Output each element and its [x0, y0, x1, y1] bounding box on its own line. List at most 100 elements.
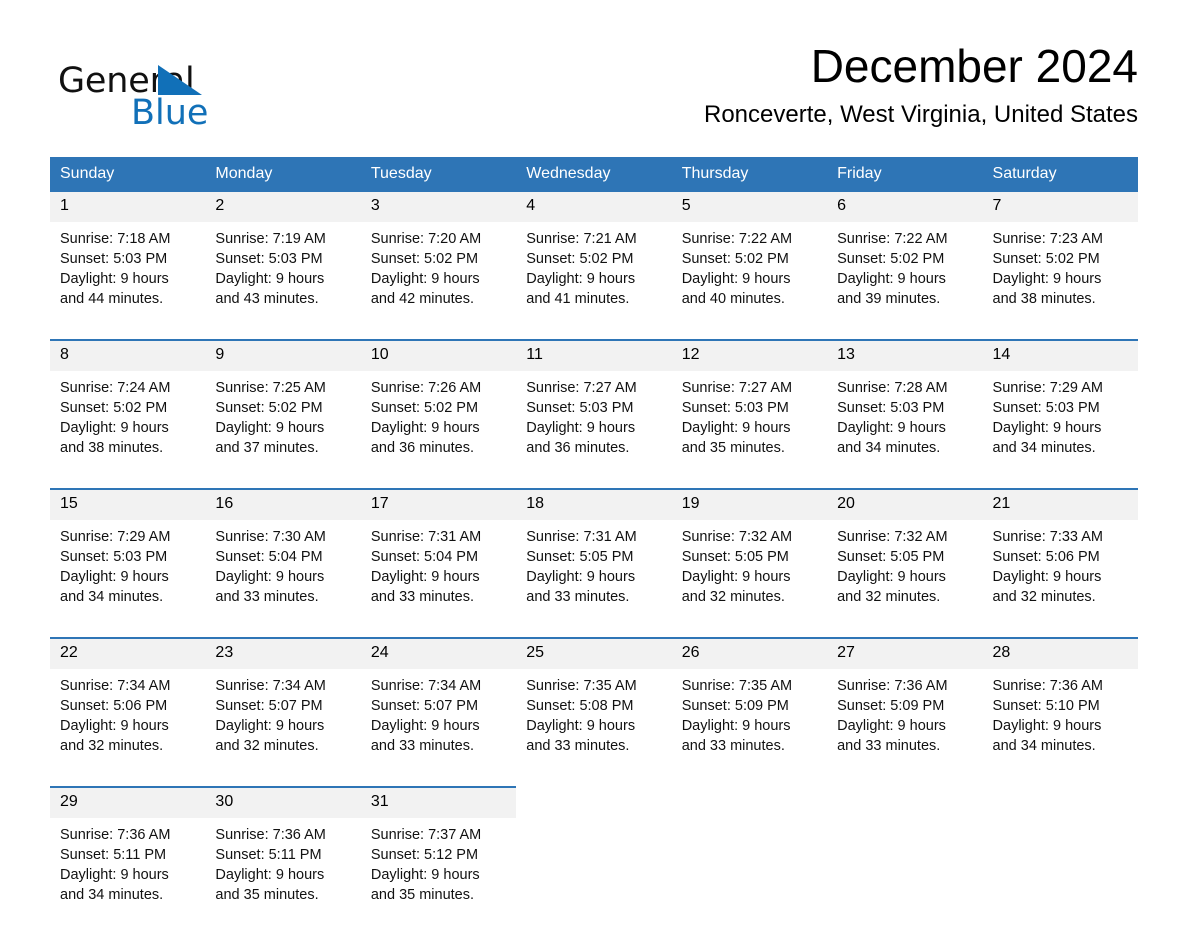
- day-number[interactable]: 30: [205, 786, 361, 818]
- day-number[interactable]: 17: [360, 488, 517, 520]
- sunset-text: Sunset: 5:03 PM: [837, 400, 945, 416]
- day-cell[interactable]: Sunrise: 7:19 AM Sunset: 5:03 PM Dayligh…: [205, 222, 361, 340]
- location-subtitle: Ronceverte, West Virginia, United States: [704, 100, 1138, 128]
- day-number[interactable]: 7: [982, 192, 1138, 222]
- daylight-text-line1: Daylight: 9 hours: [681, 420, 791, 436]
- weekday-header-monday: Monday: [205, 157, 361, 192]
- day-number[interactable]: 18: [516, 488, 672, 520]
- daylight-text-line1: Daylight: 9 hours: [837, 718, 946, 734]
- sunrise-text: Sunrise: 7:21 AM: [526, 231, 637, 247]
- daylight-text-line2: and 34 minutes.: [60, 589, 164, 605]
- day-number[interactable]: 31: [360, 786, 517, 818]
- day-cell[interactable]: Sunrise: 7:34 AM Sunset: 5:07 PM Dayligh…: [205, 669, 361, 787]
- day-number[interactable]: 22: [50, 637, 206, 669]
- weekday-header-saturday: Saturday: [982, 157, 1138, 192]
- day-cell[interactable]: Sunrise: 7:36 AM Sunset: 5:09 PM Dayligh…: [827, 669, 983, 787]
- daylight-text-line1: Daylight: 9 hours: [526, 569, 636, 585]
- day-number[interactable]: 9: [205, 339, 361, 371]
- sunrise-sunset-calendar: Sunday Monday Tuesday Wednesday Thursday…: [50, 157, 1138, 935]
- week-daynumber-row: 8 9 10 11 12 13 14: [50, 339, 1138, 371]
- sunset-text: Sunset: 5:12 PM: [370, 847, 479, 863]
- sunset-text: Sunset: 5:09 PM: [837, 698, 945, 714]
- day-cell[interactable]: Sunrise: 7:31 AM Sunset: 5:05 PM Dayligh…: [516, 520, 672, 638]
- sunset-text: Sunset: 5:04 PM: [215, 549, 323, 565]
- day-cell[interactable]: Sunrise: 7:36 AM Sunset: 5:10 PM Dayligh…: [982, 669, 1138, 787]
- daylight-text-line2: and 36 minutes.: [370, 440, 475, 456]
- day-cell[interactable]: Sunrise: 7:22 AM Sunset: 5:02 PM Dayligh…: [671, 222, 828, 340]
- day-cell[interactable]: Sunrise: 7:34 AM Sunset: 5:07 PM Dayligh…: [360, 669, 517, 787]
- day-cell[interactable]: Sunrise: 7:25 AM Sunset: 5:02 PM Dayligh…: [205, 371, 361, 489]
- day-cell[interactable]: Sunrise: 7:37 AM Sunset: 5:12 PM Dayligh…: [360, 818, 517, 935]
- sunset-text: Sunset: 5:09 PM: [681, 698, 789, 714]
- day-cell[interactable]: Sunrise: 7:29 AM Sunset: 5:03 PM Dayligh…: [50, 520, 206, 638]
- day-cell[interactable]: Sunrise: 7:35 AM Sunset: 5:09 PM Dayligh…: [671, 669, 828, 787]
- day-cell[interactable]: Sunrise: 7:24 AM Sunset: 5:02 PM Dayligh…: [50, 371, 206, 489]
- week-daynumber-row: 29 30 31: [50, 786, 1138, 818]
- day-number[interactable]: 27: [827, 637, 983, 669]
- day-number[interactable]: 15: [50, 488, 206, 520]
- day-cell[interactable]: Sunrise: 7:31 AM Sunset: 5:04 PM Dayligh…: [360, 520, 517, 638]
- day-number[interactable]: 23: [205, 637, 361, 669]
- sunrise-text: Sunrise: 7:32 AM: [681, 529, 793, 545]
- day-cell[interactable]: Sunrise: 7:28 AM Sunset: 5:03 PM Dayligh…: [827, 371, 983, 489]
- day-number[interactable]: 5: [671, 192, 828, 222]
- day-number[interactable]: 1: [50, 192, 206, 222]
- day-cell[interactable]: Sunrise: 7:18 AM Sunset: 5:03 PM Dayligh…: [50, 222, 206, 340]
- day-number[interactable]: 24: [360, 637, 517, 669]
- day-cell[interactable]: Sunrise: 7:26 AM Sunset: 5:02 PM Dayligh…: [360, 371, 517, 489]
- daylight-text-line1: Daylight: 9 hours: [681, 718, 791, 734]
- day-cell[interactable]: Sunrise: 7:33 AM Sunset: 5:06 PM Dayligh…: [982, 520, 1138, 638]
- week-daynumber-row: 1 2 3 4 5 6 7: [50, 192, 1138, 222]
- day-cell[interactable]: Sunrise: 7:20 AM Sunset: 5:02 PM Dayligh…: [360, 222, 517, 340]
- day-cell[interactable]: Sunrise: 7:32 AM Sunset: 5:05 PM Dayligh…: [671, 520, 828, 638]
- day-cell[interactable]: Sunrise: 7:22 AM Sunset: 5:02 PM Dayligh…: [827, 222, 983, 340]
- day-cell[interactable]: Sunrise: 7:27 AM Sunset: 5:03 PM Dayligh…: [671, 371, 828, 489]
- daylight-text-line1: Daylight: 9 hours: [837, 420, 946, 436]
- sunset-text: Sunset: 5:06 PM: [992, 549, 1100, 565]
- day-cell[interactable]: Sunrise: 7:34 AM Sunset: 5:06 PM Dayligh…: [50, 669, 206, 787]
- day-number[interactable]: 12: [671, 339, 828, 371]
- day-number[interactable]: 26: [671, 637, 828, 669]
- week-detail-row: Sunrise: 7:34 AM Sunset: 5:06 PM Dayligh…: [50, 669, 1138, 787]
- page-title: December 2024: [810, 40, 1138, 92]
- day-cell[interactable]: Sunrise: 7:27 AM Sunset: 5:03 PM Dayligh…: [516, 371, 672, 489]
- day-number[interactable]: 29: [50, 786, 206, 818]
- day-number[interactable]: 25: [516, 637, 672, 669]
- day-number[interactable]: 4: [516, 192, 672, 222]
- daylight-text-line2: and 41 minutes.: [526, 291, 630, 307]
- daylight-text-line2: and 37 minutes.: [215, 440, 319, 456]
- day-number[interactable]: 3: [360, 192, 517, 222]
- day-cell[interactable]: Sunrise: 7:35 AM Sunset: 5:08 PM Dayligh…: [516, 669, 672, 787]
- daylight-text-line1: Daylight: 9 hours: [60, 569, 169, 585]
- day-cell[interactable]: Sunrise: 7:32 AM Sunset: 5:05 PM Dayligh…: [827, 520, 983, 638]
- calendar-page: General Blue December 2024 Ronceverte, W…: [0, 0, 1188, 935]
- day-number[interactable]: 11: [516, 339, 672, 371]
- day-number[interactable]: 2: [205, 192, 361, 222]
- day-number[interactable]: 16: [205, 488, 361, 520]
- daylight-text-line2: and 32 minutes.: [60, 738, 164, 754]
- day-cell[interactable]: Sunrise: 7:30 AM Sunset: 5:04 PM Dayligh…: [205, 520, 361, 638]
- day-number[interactable]: 28: [982, 637, 1138, 669]
- day-number[interactable]: 20: [827, 488, 983, 520]
- day-number[interactable]: 10: [360, 339, 517, 371]
- day-cell[interactable]: Sunrise: 7:36 AM Sunset: 5:11 PM Dayligh…: [50, 818, 206, 935]
- daylight-text-line1: Daylight: 9 hours: [370, 271, 480, 287]
- sunrise-text: Sunrise: 7:28 AM: [837, 380, 948, 396]
- day-number[interactable]: 19: [671, 488, 828, 520]
- day-number[interactable]: 8: [50, 339, 206, 371]
- day-cell[interactable]: Sunrise: 7:29 AM Sunset: 5:03 PM Dayligh…: [982, 371, 1138, 489]
- day-number[interactable]: 6: [827, 192, 983, 222]
- sunset-text: Sunset: 5:03 PM: [526, 400, 634, 416]
- day-number[interactable]: 13: [827, 339, 983, 371]
- day-number[interactable]: 21: [982, 488, 1138, 520]
- sunset-text: Sunset: 5:02 PM: [681, 251, 789, 267]
- day-cell[interactable]: Sunrise: 7:36 AM Sunset: 5:11 PM Dayligh…: [205, 818, 361, 935]
- sunset-text: Sunset: 5:02 PM: [837, 251, 945, 267]
- day-cell[interactable]: Sunrise: 7:23 AM Sunset: 5:02 PM Dayligh…: [982, 222, 1138, 340]
- daylight-text-line1: Daylight: 9 hours: [215, 867, 325, 883]
- sunset-text: Sunset: 5:02 PM: [60, 400, 168, 416]
- daylight-text-line2: and 43 minutes.: [215, 291, 319, 307]
- calendar-body: 1 2 3 4 5 6 7 Sunrise: 7:18 AM Sunset: 5…: [50, 192, 1138, 935]
- day-number[interactable]: 14: [982, 339, 1138, 371]
- day-cell[interactable]: Sunrise: 7:21 AM Sunset: 5:02 PM Dayligh…: [516, 222, 672, 340]
